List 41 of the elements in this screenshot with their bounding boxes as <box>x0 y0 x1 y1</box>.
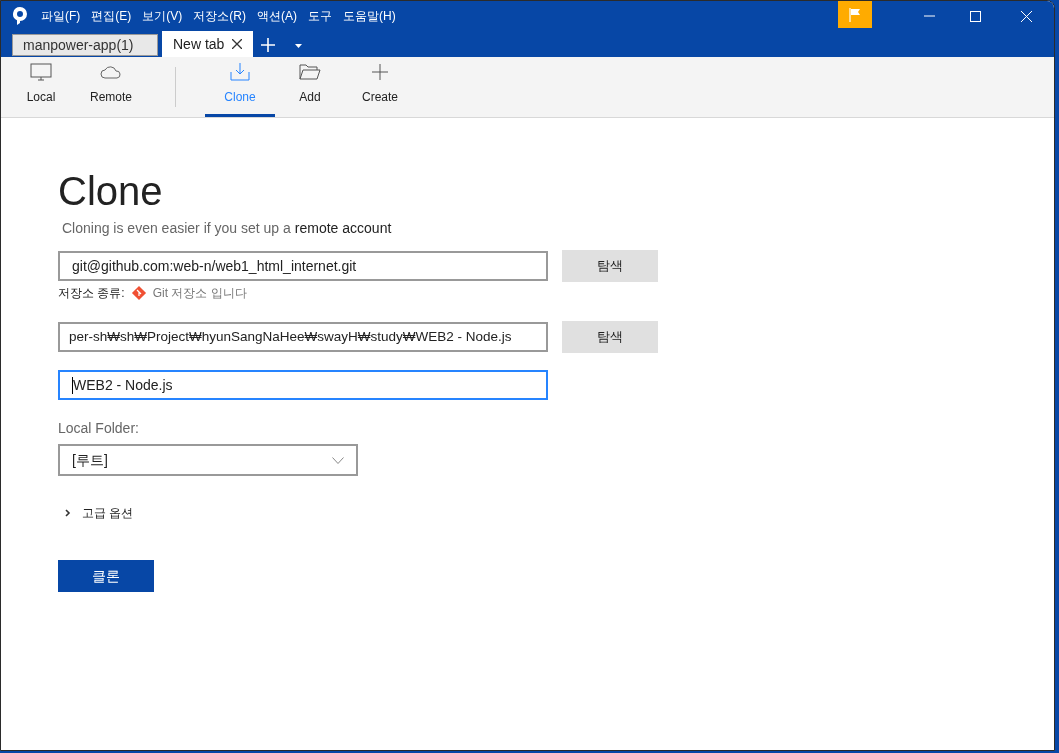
close-tab-icon[interactable] <box>232 39 243 49</box>
destination-path-field[interactable]: per-sh₩sh₩Project₩hyunSangNaHee₩swayH₩study₩WEB2 - Node.js <box>58 322 548 352</box>
cloud-icon <box>100 65 122 79</box>
repo-type-label: 저장소 종류: <box>58 285 125 302</box>
toolbar-button[interactable]: Remote <box>76 57 146 117</box>
menu-item[interactable]: 도움말(H) <box>343 7 396 25</box>
tab[interactable]: New tab <box>162 31 254 57</box>
menu-item[interactable]: 보기(V) <box>142 7 183 25</box>
toolbar-button[interactable]: Local <box>6 57 76 117</box>
download-icon <box>230 63 250 81</box>
toolbar-button[interactable]: Create <box>345 57 415 117</box>
chevron-down-icon <box>332 456 344 464</box>
remote-account-link[interactable]: remote account <box>294 218 392 239</box>
subtitle-text: Cloning is even easier if you set up a <box>62 219 291 238</box>
menu-item[interactable]: 편집(E) <box>91 7 132 25</box>
local-folder-label: Local Folder: <box>58 419 140 438</box>
folder-icon <box>299 64 321 80</box>
app-logo-icon <box>13 7 27 25</box>
clone-button[interactable]: 클론 <box>58 560 154 592</box>
maximize-icon[interactable] <box>970 10 981 22</box>
page-title: Clone <box>58 168 164 214</box>
advanced-options-toggle[interactable]: 고급 옵션 <box>65 504 1054 522</box>
menu-item[interactable]: 도구 <box>308 7 332 25</box>
tab-menu-caret-icon[interactable] <box>295 44 303 48</box>
add-tab-icon[interactable] <box>261 38 276 52</box>
monitor-icon <box>30 63 52 81</box>
name-field[interactable]: WEB2 - Node.js <box>58 370 548 400</box>
chevron-right-icon <box>65 509 71 517</box>
plus-icon <box>372 64 388 80</box>
source-url-field[interactable]: git@github.com:web-n/web1_html_internet.git <box>58 251 548 281</box>
menu-item[interactable]: 저장소(R) <box>193 7 246 25</box>
toolbar-button[interactable]: Add <box>275 57 345 117</box>
repo-type-value: Git 저장소 입니다 <box>152 285 247 302</box>
close-icon[interactable] <box>1021 10 1032 22</box>
browse-button[interactable]: 탐색 <box>562 321 658 353</box>
menu-item[interactable]: 액션(A) <box>257 7 297 25</box>
local-folder-dropdown[interactable]: [루트] <box>58 444 358 476</box>
flag-icon <box>849 7 861 22</box>
browse-button[interactable]: 탐색 <box>562 250 658 282</box>
menu-item[interactable]: 파일(F) <box>41 7 81 25</box>
tab[interactable]: manpower-app(1) <box>12 34 158 56</box>
